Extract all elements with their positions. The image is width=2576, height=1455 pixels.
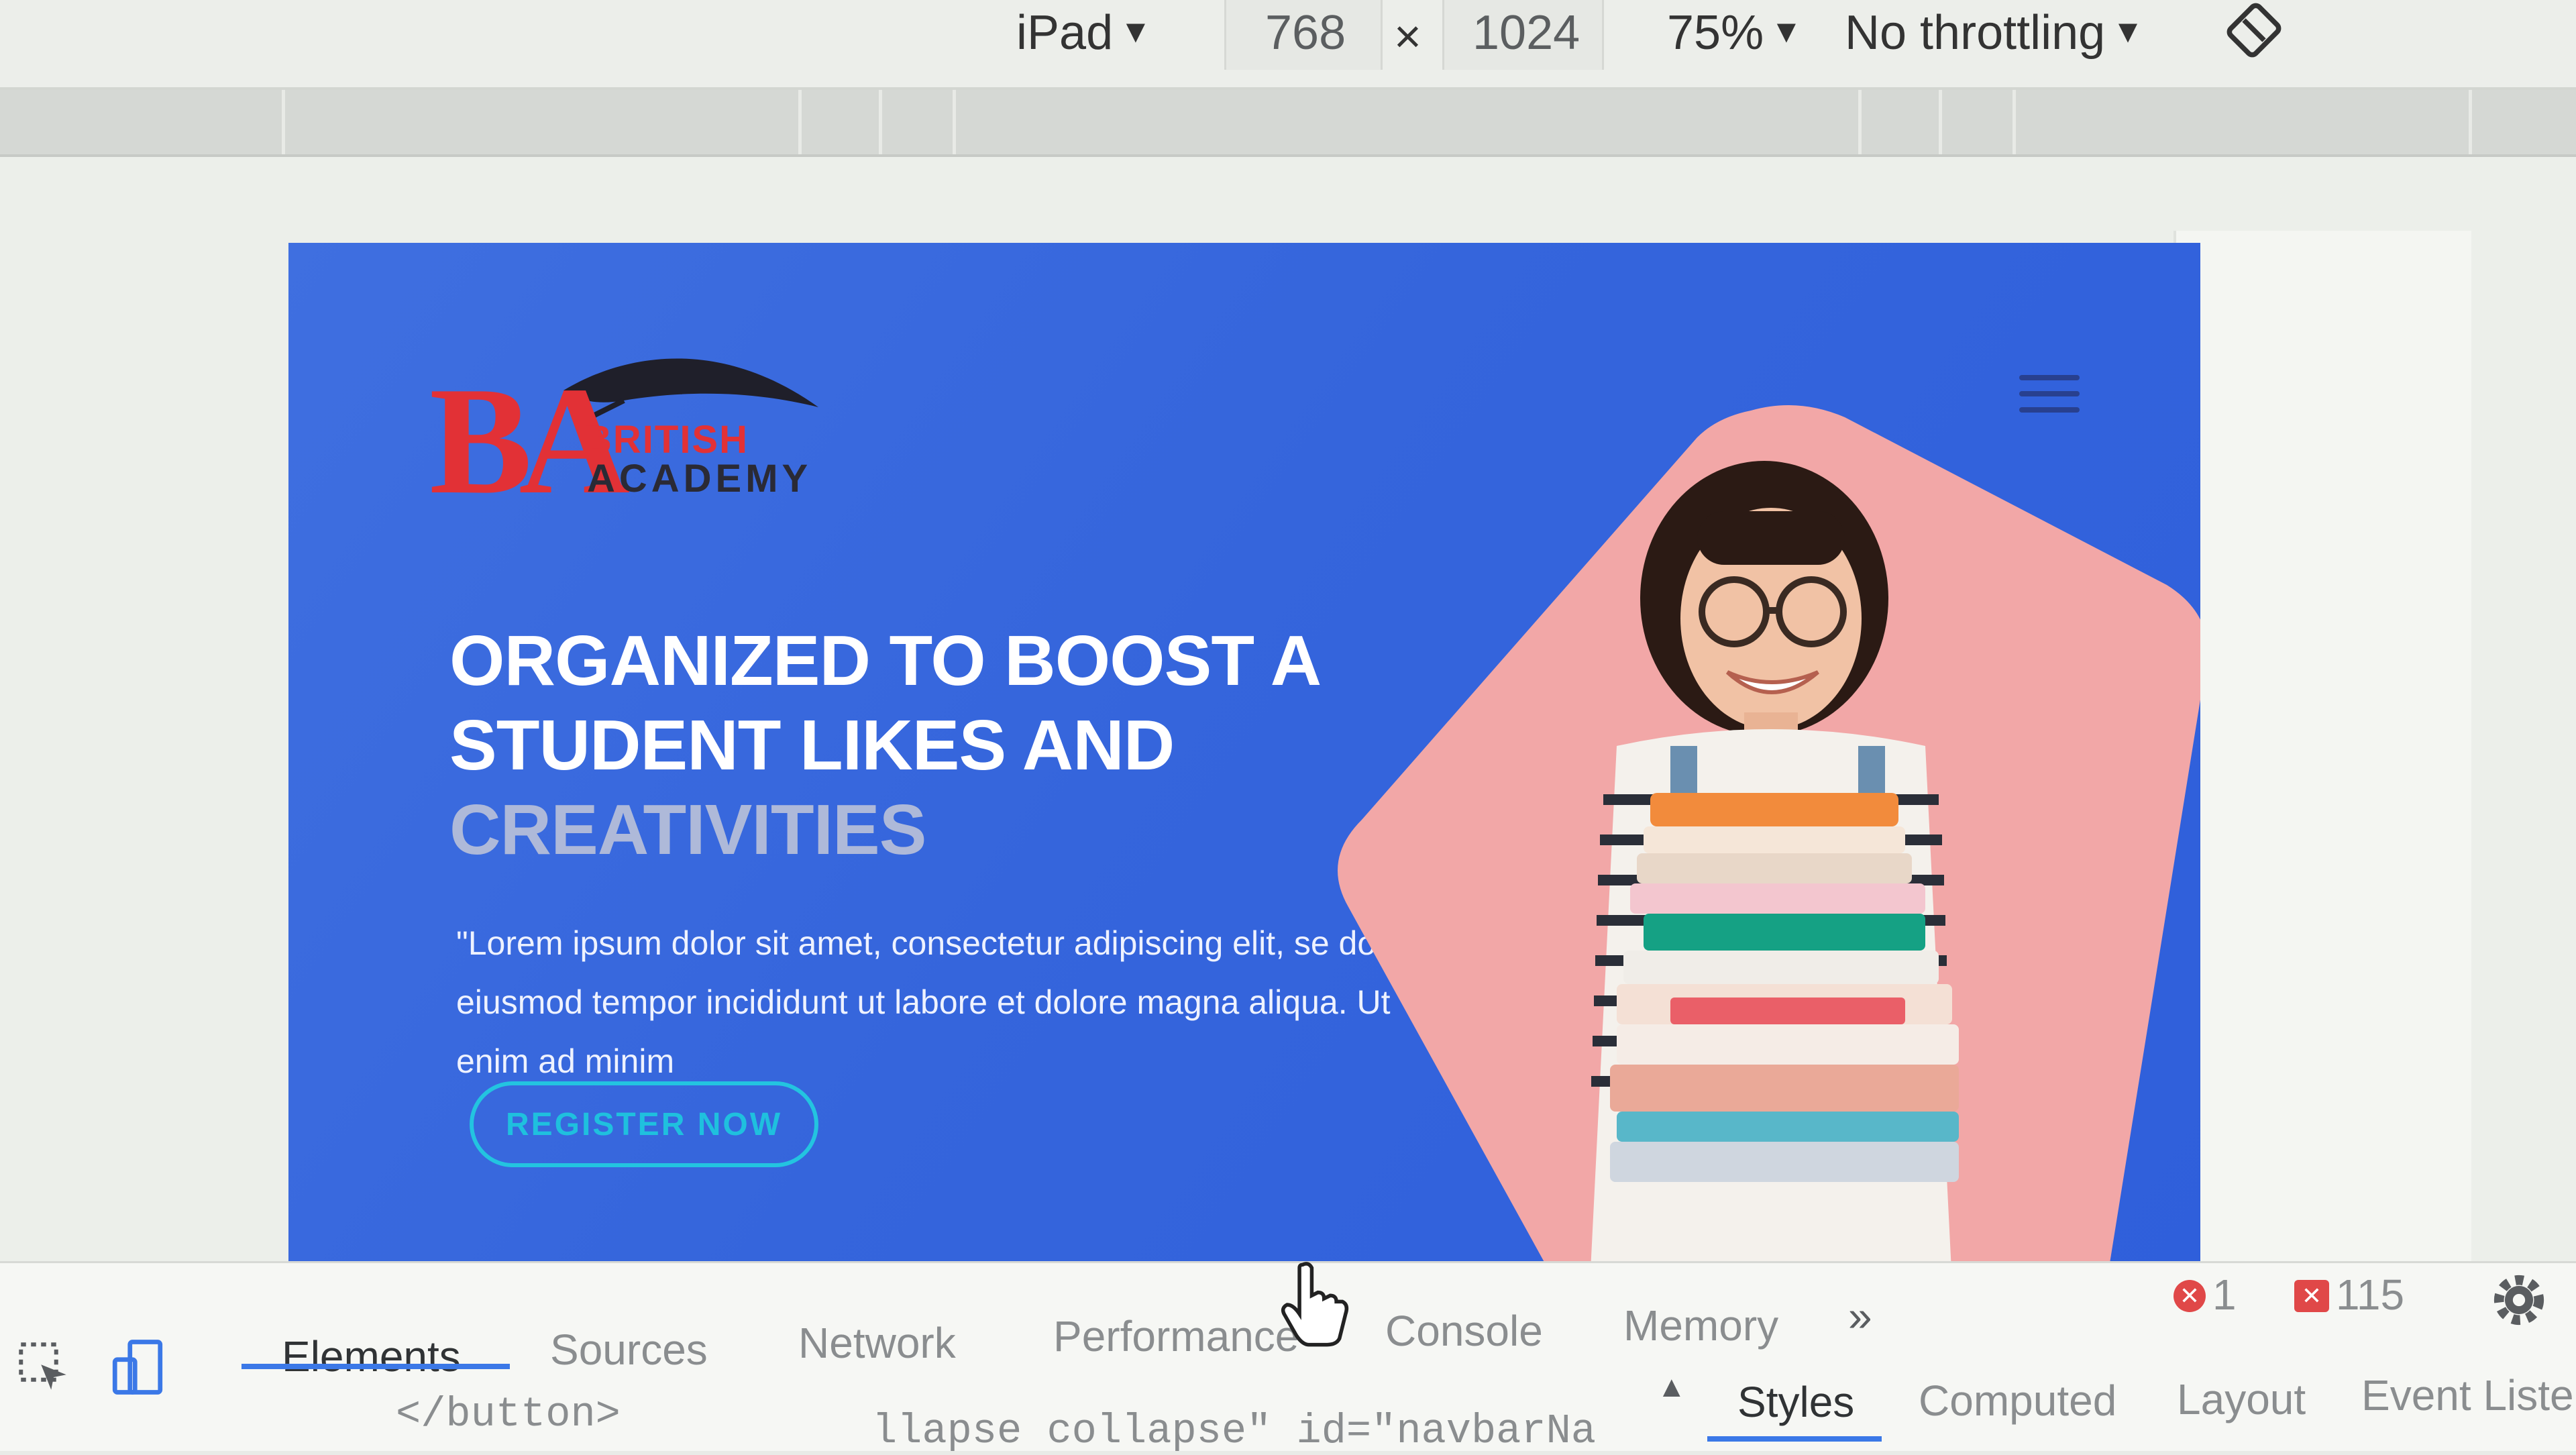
tab-console[interactable]: Console xyxy=(1385,1306,1543,1356)
width-input[interactable]: 768 xyxy=(1224,0,1383,70)
heading-line: STUDENT LIKES AND xyxy=(449,706,1175,785)
hero-illustration xyxy=(1338,405,2200,1284)
error-icon: ✕ xyxy=(2174,1280,2206,1312)
devtools-panel: Elements Sources Network Performance Con… xyxy=(0,1261,2576,1455)
device-toolbar-toggle-icon[interactable] xyxy=(107,1337,168,1397)
caret-up-icon[interactable]: ▲ xyxy=(1657,1370,1686,1404)
chevron-down-icon: ▼ xyxy=(1770,14,1803,50)
device-toolbar: iPad ▼ 768 × 1024 75% ▼ No throttling ▼ xyxy=(0,0,2576,90)
tab-elements[interactable]: Elements xyxy=(282,1332,461,1381)
tab-layout[interactable]: Layout xyxy=(2177,1375,2306,1424)
active-tab-indicator xyxy=(241,1364,510,1369)
inspect-element-icon[interactable] xyxy=(13,1337,74,1397)
hero-heading: ORGANIZED TO BOOST A STUDENT LIKES AND C… xyxy=(449,618,1389,872)
dimension-separator: × xyxy=(1394,10,1421,62)
more-tabs-button[interactable]: » xyxy=(1848,1291,1872,1341)
ruler-segment[interactable] xyxy=(2469,90,2472,154)
error-count: 1 xyxy=(2212,1271,2237,1319)
ruler-segment[interactable] xyxy=(282,90,285,154)
throttling-select[interactable]: No throttling ▼ xyxy=(1845,5,2144,60)
tab-memory[interactable]: Memory xyxy=(1623,1301,1778,1350)
register-now-button[interactable]: REGISTER NOW xyxy=(470,1081,818,1167)
hero-description: "Lorem ipsum dolor sit amet, consectetur… xyxy=(456,924,1391,1080)
rotate-icon[interactable] xyxy=(2224,0,2284,60)
logo-text-academy: ACADEMY xyxy=(587,457,812,500)
error-count-badge[interactable]: ✕ 1 xyxy=(2174,1270,2237,1319)
tab-network[interactable]: Network xyxy=(798,1318,956,1368)
ruler-segment[interactable] xyxy=(1858,90,1862,154)
device-viewport: BA BRITISH ACADEMY ORGANIZED TO BOOST A … xyxy=(0,157,2576,1411)
ruler-segment[interactable] xyxy=(953,90,956,154)
hamburger-icon xyxy=(2019,375,2080,380)
chevron-down-icon: ▼ xyxy=(2112,14,2144,50)
heading-line: ORGANIZED TO BOOST A xyxy=(449,621,1322,700)
ruler-segment[interactable] xyxy=(798,90,802,154)
dom-tree-fragment[interactable]: llapse collapse" id="navbarNa xyxy=(872,1407,1596,1455)
hand-cursor-icon xyxy=(1281,1262,1349,1347)
height-value: 1024 xyxy=(1472,6,1580,60)
site-logo[interactable]: BA BRITISH ACADEMY xyxy=(429,343,818,518)
device-select-label: iPad xyxy=(1016,6,1114,60)
tab-performance[interactable]: Performance xyxy=(1053,1311,1299,1361)
tab-event-listeners[interactable]: Event Listene xyxy=(2361,1370,2576,1420)
chevron-down-icon: ▼ xyxy=(1120,14,1152,50)
dom-tree-fragment[interactable]: </button> xyxy=(396,1391,621,1438)
tab-computed[interactable]: Computed xyxy=(1919,1376,2116,1425)
warning-count: 115 xyxy=(2336,1271,2405,1319)
tab-styles[interactable]: Styles xyxy=(1737,1377,1854,1427)
width-value: 768 xyxy=(1265,6,1346,60)
zoom-value: 75% xyxy=(1667,6,1764,60)
heading-accent: CREATIVITIES xyxy=(449,790,926,869)
zoom-select[interactable]: 75% ▼ xyxy=(1667,5,1803,60)
active-tab-indicator xyxy=(1707,1436,1882,1442)
device-select[interactable]: iPad ▼ xyxy=(1016,5,1152,60)
height-input[interactable]: 1024 xyxy=(1442,0,1604,70)
warning-count-badge[interactable]: ✕ 115 xyxy=(2294,1270,2404,1319)
ruler-segment[interactable] xyxy=(2012,90,2016,154)
tab-sources[interactable]: Sources xyxy=(550,1325,708,1375)
media-query-ruler[interactable] xyxy=(0,90,2576,157)
ruler-segment[interactable] xyxy=(1939,90,1942,154)
page-frame xyxy=(2174,231,2471,1411)
logo-text-british: BRITISH xyxy=(584,418,749,462)
gear-icon[interactable] xyxy=(2482,1263,2556,1337)
warning-icon: ✕ xyxy=(2294,1280,2329,1312)
throttling-value: No throttling xyxy=(1845,6,2106,60)
ruler-segment[interactable] xyxy=(879,90,882,154)
hero-section: BA BRITISH ACADEMY ORGANIZED TO BOOST A … xyxy=(288,243,2200,1284)
hamburger-icon xyxy=(2019,391,2080,396)
